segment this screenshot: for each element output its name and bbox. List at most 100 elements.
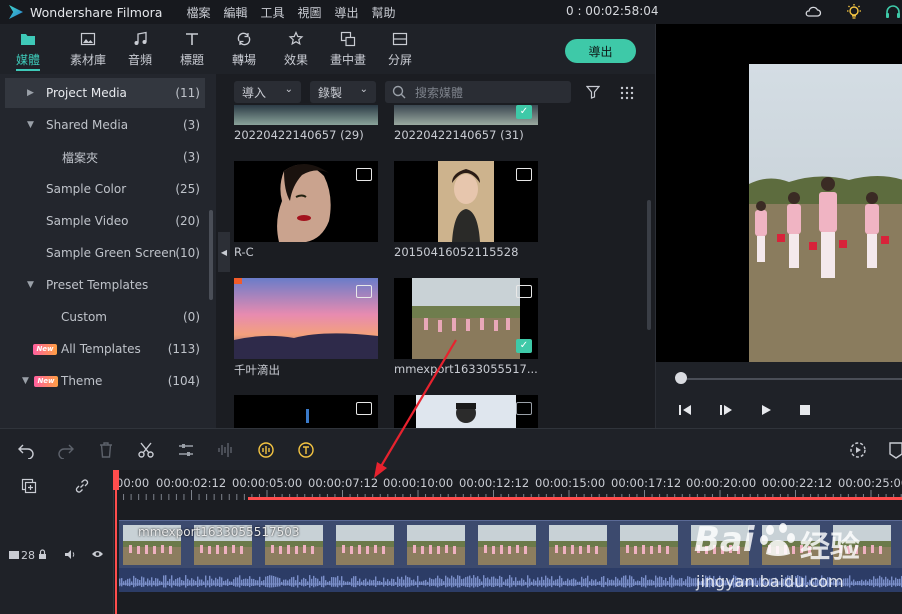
waveform-bar — [351, 578, 353, 587]
waveform-bar — [359, 578, 361, 587]
waveform-bar — [287, 580, 289, 586]
media-thumbnail[interactable] — [234, 161, 378, 242]
waveform-bar — [281, 581, 283, 585]
media-search-input[interactable]: 搜索媒體 — [385, 81, 571, 103]
waveform-bar — [627, 579, 629, 586]
waveform-bar — [649, 579, 651, 586]
preview-scrubber-track[interactable] — [680, 378, 902, 380]
sidebar-item-label: 檔案夾 — [62, 150, 99, 165]
waveform-bar — [599, 581, 601, 586]
media-thumbnail[interactable] — [234, 278, 378, 359]
grid-view-icon[interactable] — [620, 86, 634, 100]
stop-icon[interactable] — [800, 405, 810, 415]
expand-arrow-icon[interactable]: ▶ — [27, 88, 34, 98]
sidebar-item-preset-templates[interactable]: ▼ Preset Templates — [0, 270, 210, 300]
media-sidebar: ▶ Project Media (11) ▼ Shared Media (3) … — [0, 74, 216, 495]
waveform-bar — [433, 579, 435, 586]
preview-scrubber-knob[interactable] — [675, 372, 687, 384]
add-track-icon[interactable] — [21, 478, 37, 494]
previous-frame-icon[interactable] — [679, 404, 693, 416]
tab-media[interactable]: 媒體 — [2, 24, 54, 74]
media-scrollbar[interactable] — [647, 200, 651, 330]
search-placeholder: 搜索媒體 — [415, 85, 464, 100]
tab-effects[interactable]: 效果 — [270, 24, 322, 74]
timeline-ruler[interactable]: 00:00 00:00:02:12 00:00:05:00 00:00:07:1… — [114, 470, 902, 500]
undo-icon[interactable] — [17, 441, 35, 459]
lock-icon[interactable] — [38, 549, 47, 560]
marker-icon[interactable] — [887, 441, 902, 459]
play-icon[interactable] — [760, 404, 772, 416]
media-thumbnail[interactable] — [234, 395, 378, 428]
sidebar-item-shared-media[interactable]: ▼ Shared Media (3) — [0, 110, 210, 140]
sidebar-item-custom[interactable]: Custom (0) — [0, 302, 210, 332]
menu-tools[interactable]: 工具 — [260, 4, 284, 21]
waveform-bar — [313, 575, 315, 588]
headset-icon[interactable] — [884, 3, 902, 21]
eye-icon[interactable] — [91, 549, 104, 559]
waveform-bar — [231, 581, 233, 585]
sidebar-item-project-media[interactable]: ▶ Project Media (11) — [5, 78, 205, 108]
collapse-sidebar-handle[interactable]: ◀ — [218, 232, 230, 272]
import-dropdown[interactable]: 導入 ⌄ — [234, 81, 301, 103]
waveform-bar — [291, 577, 293, 587]
auto-beat-icon[interactable] — [257, 441, 275, 459]
media-thumbnail[interactable] — [394, 395, 538, 428]
media-thumbnail[interactable]: ✓ — [394, 105, 538, 125]
media-thumbnail[interactable] — [234, 105, 378, 125]
redo-icon[interactable] — [57, 441, 75, 459]
waveform-bar — [559, 575, 561, 588]
tab-media-label: 媒體 — [15, 52, 40, 67]
record-dropdown[interactable]: 錄製 ⌄ — [310, 81, 376, 103]
adjust-icon[interactable] — [177, 441, 195, 459]
media-thumbnail[interactable] — [394, 161, 538, 242]
tab-audio[interactable]: 音頻 — [114, 24, 166, 74]
scissors-icon[interactable] — [137, 441, 155, 459]
playhead-line[interactable] — [115, 470, 117, 614]
sidebar-item-sample-green-screen[interactable]: Sample Green Screen (10) — [0, 238, 210, 268]
waveform-bar — [429, 577, 431, 587]
tab-transitions[interactable]: 轉場 — [218, 24, 270, 74]
menu-help[interactable]: 幫助 — [372, 4, 396, 21]
waveform-bar — [637, 580, 639, 586]
sidebar-item-theme[interactable]: ▼ New Theme (104) — [0, 366, 210, 396]
next-frame-icon[interactable] — [719, 404, 733, 416]
audio-wave-icon[interactable] — [217, 441, 235, 459]
collapse-arrow-icon[interactable]: ▼ — [22, 376, 29, 386]
media-thumbnail[interactable]: ✓ — [394, 278, 538, 359]
collapse-arrow-icon[interactable]: ▼ — [27, 120, 34, 130]
sidebar-item-count: (25) — [175, 182, 200, 196]
export-button[interactable]: 導出 — [565, 39, 636, 63]
waveform-bar — [239, 575, 241, 588]
speaker-icon[interactable] — [64, 549, 76, 560]
sidebar-item-sample-color[interactable]: Sample Color (25) — [0, 174, 210, 204]
bulb-icon[interactable] — [845, 3, 863, 21]
tab-split-screen[interactable]: 分屏 — [374, 24, 426, 74]
render-preview-icon[interactable] — [849, 441, 867, 459]
delete-icon[interactable] — [97, 441, 115, 459]
tab-stock-library[interactable]: 素材庫 — [62, 24, 114, 74]
menu-export[interactable]: 導出 — [335, 4, 359, 21]
sidebar-item-sample-video[interactable]: Sample Video (20) — [0, 206, 210, 236]
menu-view[interactable]: 視圖 — [297, 4, 321, 21]
sidebar-item-count: (0) — [183, 310, 200, 324]
waveform-bar — [509, 575, 511, 588]
project-timecode: 0 : 00:02:58:04 — [566, 4, 659, 18]
menu-edit[interactable]: 編輯 — [223, 4, 247, 21]
link-icon[interactable] — [74, 478, 90, 494]
sidebar-item-folder[interactable]: 檔案夾 (3) — [0, 142, 210, 172]
tab-titles[interactable]: 標題 — [166, 24, 218, 74]
speech-to-text-icon[interactable] — [297, 441, 315, 459]
tab-split-screen-label: 分屏 — [387, 52, 412, 67]
cloud-icon[interactable] — [804, 3, 822, 21]
waveform-bar — [517, 580, 519, 586]
menu-file[interactable]: 檔案 — [186, 4, 210, 21]
waveform-bar — [139, 580, 141, 586]
waveform-bar — [283, 579, 285, 586]
waveform-bar — [477, 576, 479, 588]
sidebar-item-all-templates[interactable]: New All Templates (113) — [0, 334, 210, 364]
collapse-arrow-icon[interactable]: ▼ — [27, 280, 34, 290]
filter-icon[interactable] — [586, 85, 600, 99]
sidebar-scrollbar[interactable] — [209, 210, 213, 300]
tab-pip[interactable]: 畫中畫 — [322, 24, 374, 74]
ruler-label: 00:00:07:12 — [308, 476, 379, 490]
